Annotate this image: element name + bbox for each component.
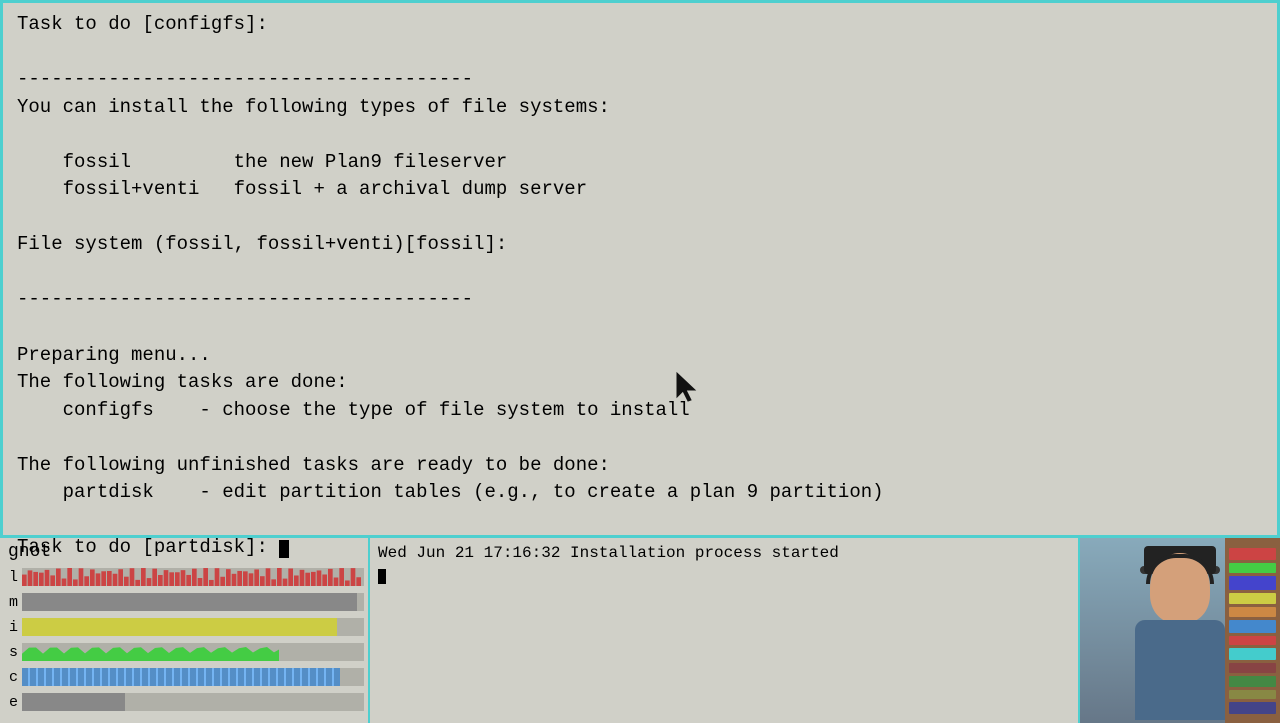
gnot-bar-container bbox=[22, 643, 364, 661]
gnot-row: e bbox=[4, 691, 364, 713]
gnot-bar-container bbox=[22, 668, 364, 686]
gnot-row-label: c bbox=[4, 669, 18, 686]
console-panel: Wed Jun 21 17:16:32 Installation process… bbox=[370, 538, 1080, 723]
webcam-video bbox=[1080, 538, 1280, 723]
gnot-row-label: e bbox=[4, 694, 18, 711]
webcam-panel bbox=[1080, 538, 1280, 723]
bottom-bar: gnot lmisce Wed Jun 21 17:16:32 Installa… bbox=[0, 535, 1280, 720]
gnot-bar-container bbox=[22, 593, 364, 611]
gnot-row-label: s bbox=[4, 644, 18, 661]
console-log: Wed Jun 21 17:16:32 Installation process… bbox=[378, 542, 1070, 587]
gnot-bar-fill bbox=[22, 618, 337, 636]
bookshelf-decoration bbox=[1225, 538, 1280, 723]
gnot-panel: gnot lmisce bbox=[0, 538, 370, 723]
gnot-row: m bbox=[4, 591, 364, 613]
gnot-row: s bbox=[4, 641, 364, 663]
console-cursor bbox=[378, 569, 386, 584]
gnot-bar-fill bbox=[22, 693, 125, 711]
gnot-row-label: l bbox=[4, 569, 18, 586]
gnot-bar-container bbox=[22, 618, 364, 636]
gnot-bar-fill bbox=[22, 668, 340, 686]
gnot-rows: lmisce bbox=[0, 564, 368, 723]
gnot-row: i bbox=[4, 616, 364, 638]
person-body bbox=[1135, 620, 1225, 720]
terminal-output: Task to do [configfs]: -----------------… bbox=[17, 11, 1263, 562]
terminal-area: Task to do [configfs]: -----------------… bbox=[0, 0, 1280, 535]
console-log-line: Wed Jun 21 17:16:32 Installation process… bbox=[378, 544, 839, 562]
gnot-row-label: m bbox=[4, 594, 18, 611]
gnot-row: l bbox=[4, 566, 364, 588]
gnot-bar-container bbox=[22, 568, 364, 586]
gnot-bar-container bbox=[22, 693, 364, 711]
gnot-row-label: i bbox=[4, 619, 18, 636]
gnot-row: c bbox=[4, 666, 364, 688]
gnot-bar-fill bbox=[22, 593, 357, 611]
